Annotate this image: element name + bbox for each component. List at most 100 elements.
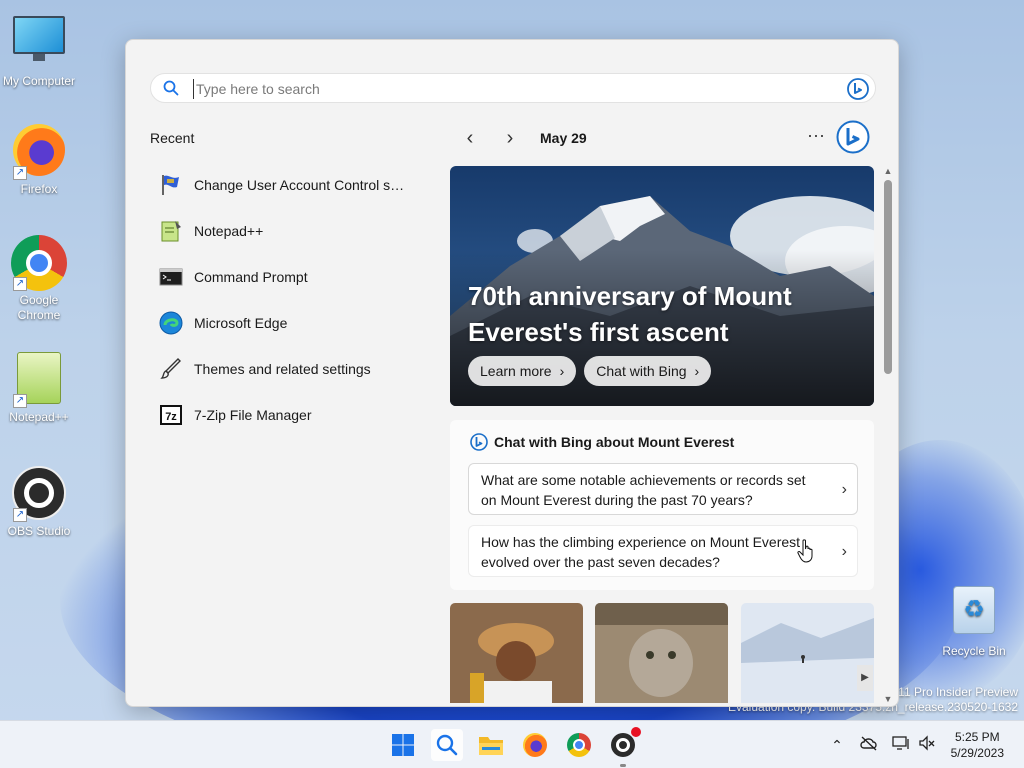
desktop-icon-label: Recycle Bin: [942, 644, 1006, 658]
cmd-icon: [158, 264, 184, 290]
more-options-button[interactable]: ···: [802, 124, 830, 152]
scroll-down-icon[interactable]: ▼: [881, 694, 895, 704]
volume-muted-icon[interactable]: [917, 735, 937, 755]
show-hidden-icons-chevron-icon[interactable]: ⌃: [827, 735, 847, 755]
chevron-right-icon: ›: [559, 363, 565, 379]
thumbnail-sherpa[interactable]: [450, 603, 583, 703]
folder-icon: [479, 737, 503, 755]
chrome-icon: [567, 733, 591, 757]
chevron-right-icon: ›: [694, 363, 700, 379]
recent-item-command-prompt[interactable]: Command Prompt: [158, 254, 418, 300]
obs-icon: [611, 727, 641, 757]
network-icon[interactable]: [891, 735, 911, 755]
uac-flag-icon: [158, 172, 184, 198]
recent-item-label: Themes and related settings: [194, 361, 371, 377]
recycle-bin-icon: ♻: [946, 586, 1002, 642]
taskbar-search-button[interactable]: [431, 729, 463, 761]
shortcut-arrow-icon: ↗: [13, 508, 27, 522]
highlight-date: May 29: [540, 130, 587, 146]
desktop-icon-obs-studio[interactable]: ↗ OBS Studio: [0, 465, 78, 539]
desktop-icon-label: My Computer: [2, 74, 76, 88]
recent-item-label: Change User Account Control se...: [194, 177, 409, 193]
search-icon: [436, 734, 458, 756]
chrome-icon: ↗: [11, 235, 67, 291]
recent-item-label: 7-Zip File Manager: [194, 407, 312, 423]
firefox-icon: ↗: [11, 124, 67, 180]
recent-item-themes-settings[interactable]: Themes and related settings: [158, 346, 418, 392]
bing-chat-icon: [470, 433, 488, 451]
shortcut-arrow-icon: ↗: [13, 166, 27, 180]
search-box[interactable]: [150, 73, 876, 103]
obs-icon: ↗: [11, 466, 67, 522]
shortcut-arrow-icon: ↗: [13, 277, 27, 291]
bing-chat-card: Chat with Bing about Mount Everest What …: [450, 420, 874, 590]
recent-item-label: Command Prompt: [194, 269, 308, 285]
windows-logo-icon: [392, 734, 414, 756]
snow-climbers-image: [741, 603, 874, 703]
clock[interactable]: 5:25 PM 5/29/2023: [951, 729, 1004, 761]
desktop-icon-label: OBS Studio: [7, 524, 71, 538]
desktop-icon-notepadpp[interactable]: ↗ Notepad++: [0, 350, 78, 425]
7zip-icon: 7z: [158, 402, 184, 428]
previous-day-button[interactable]: ‹: [456, 124, 484, 152]
chat-question-1[interactable]: What are some notable achievements or re…: [468, 463, 858, 515]
taskbar-obs-studio[interactable]: [607, 727, 641, 767]
next-day-button[interactable]: ›: [496, 124, 524, 152]
desktop-icon-firefox[interactable]: ↗ Firefox: [0, 122, 78, 197]
search-input[interactable]: [193, 79, 793, 99]
thumbnail-snow-climbers[interactable]: [741, 603, 874, 703]
hero-card-everest[interactable]: 70th anniversary of Mount Everest's firs…: [450, 166, 874, 406]
chevron-left-icon: ‹: [466, 126, 474, 149]
onedrive-offline-icon[interactable]: [859, 735, 879, 755]
my-computer-icon: [11, 16, 67, 72]
recent-item-uac[interactable]: Change User Account Control se...: [158, 162, 418, 208]
scroll-up-icon[interactable]: ▲: [881, 166, 895, 176]
chat-question-text: How has the climbing experience on Mount…: [481, 534, 801, 570]
firefox-icon: [523, 733, 547, 757]
taskbar-firefox[interactable]: [519, 729, 551, 761]
search-icon: [163, 80, 179, 96]
desktop-icon-my-computer[interactable]: My Computer: [0, 8, 78, 89]
desktop-icon-recycle-bin[interactable]: ♻ Recycle Bin: [935, 582, 1013, 659]
thumbnail-pallas-cat[interactable]: [595, 603, 728, 703]
recent-item-microsoft-edge[interactable]: Microsoft Edge: [158, 300, 418, 346]
brush-icon: [158, 356, 184, 382]
chevron-right-icon: ›: [506, 126, 514, 149]
shortcut-arrow-icon: ↗: [13, 394, 27, 408]
recent-heading: Recent: [150, 130, 195, 146]
thumbnails-scroll-right-icon[interactable]: ▶: [857, 665, 873, 691]
hand-cursor-icon: [797, 539, 813, 563]
recent-item-notepadpp[interactable]: Notepad++: [158, 208, 418, 254]
recent-item-7zip[interactable]: 7z 7-Zip File Manager: [158, 392, 418, 438]
sherpa-image: [450, 603, 583, 703]
thumbnail-row: [450, 603, 874, 703]
desktop-icon-label: Notepad++: [9, 410, 69, 424]
notepadpp-desktop-icon: ↗: [11, 352, 67, 408]
desktop-icon-google-chrome[interactable]: ↗ Google Chrome: [0, 235, 78, 323]
scroll-thumb[interactable]: [884, 180, 892, 374]
clock-date: 5/29/2023: [950, 746, 1004, 760]
taskbar-chrome[interactable]: [563, 729, 595, 761]
chat-with-bing-label: Chat with Bing: [596, 363, 687, 379]
recent-list: Change User Account Control se... Notepa…: [158, 162, 418, 438]
bing-chat-icon[interactable]: [847, 78, 869, 100]
chevron-right-icon: ›: [841, 543, 847, 560]
chat-card-heading: Chat with Bing about Mount Everest: [494, 434, 735, 450]
notepadpp-icon: [158, 218, 184, 244]
recording-badge-icon: [631, 727, 641, 737]
highlights-scrollbar[interactable]: ▲ ▼: [881, 166, 895, 704]
taskbar: ⌃ 5:25 PM 5/29/2023: [0, 720, 1024, 768]
hero-title: 70th anniversary of Mount Everest's firs…: [468, 281, 792, 347]
pallas-cat-image: [595, 603, 728, 703]
chat-with-bing-button[interactable]: Chat with Bing ›: [584, 356, 712, 386]
desktop-icon-label: Firefox: [20, 182, 58, 196]
learn-more-label: Learn more: [480, 363, 552, 379]
recent-item-label: Microsoft Edge: [194, 315, 288, 331]
taskbar-file-explorer[interactable]: [475, 729, 507, 761]
learn-more-button[interactable]: Learn more ›: [468, 356, 577, 386]
search-panel: Recent Change User Account Control se...…: [125, 39, 899, 707]
start-button[interactable]: [387, 729, 419, 761]
bing-logo-icon[interactable]: [836, 120, 870, 154]
svg-text:7z: 7z: [165, 411, 177, 423]
edge-icon: [158, 310, 184, 336]
